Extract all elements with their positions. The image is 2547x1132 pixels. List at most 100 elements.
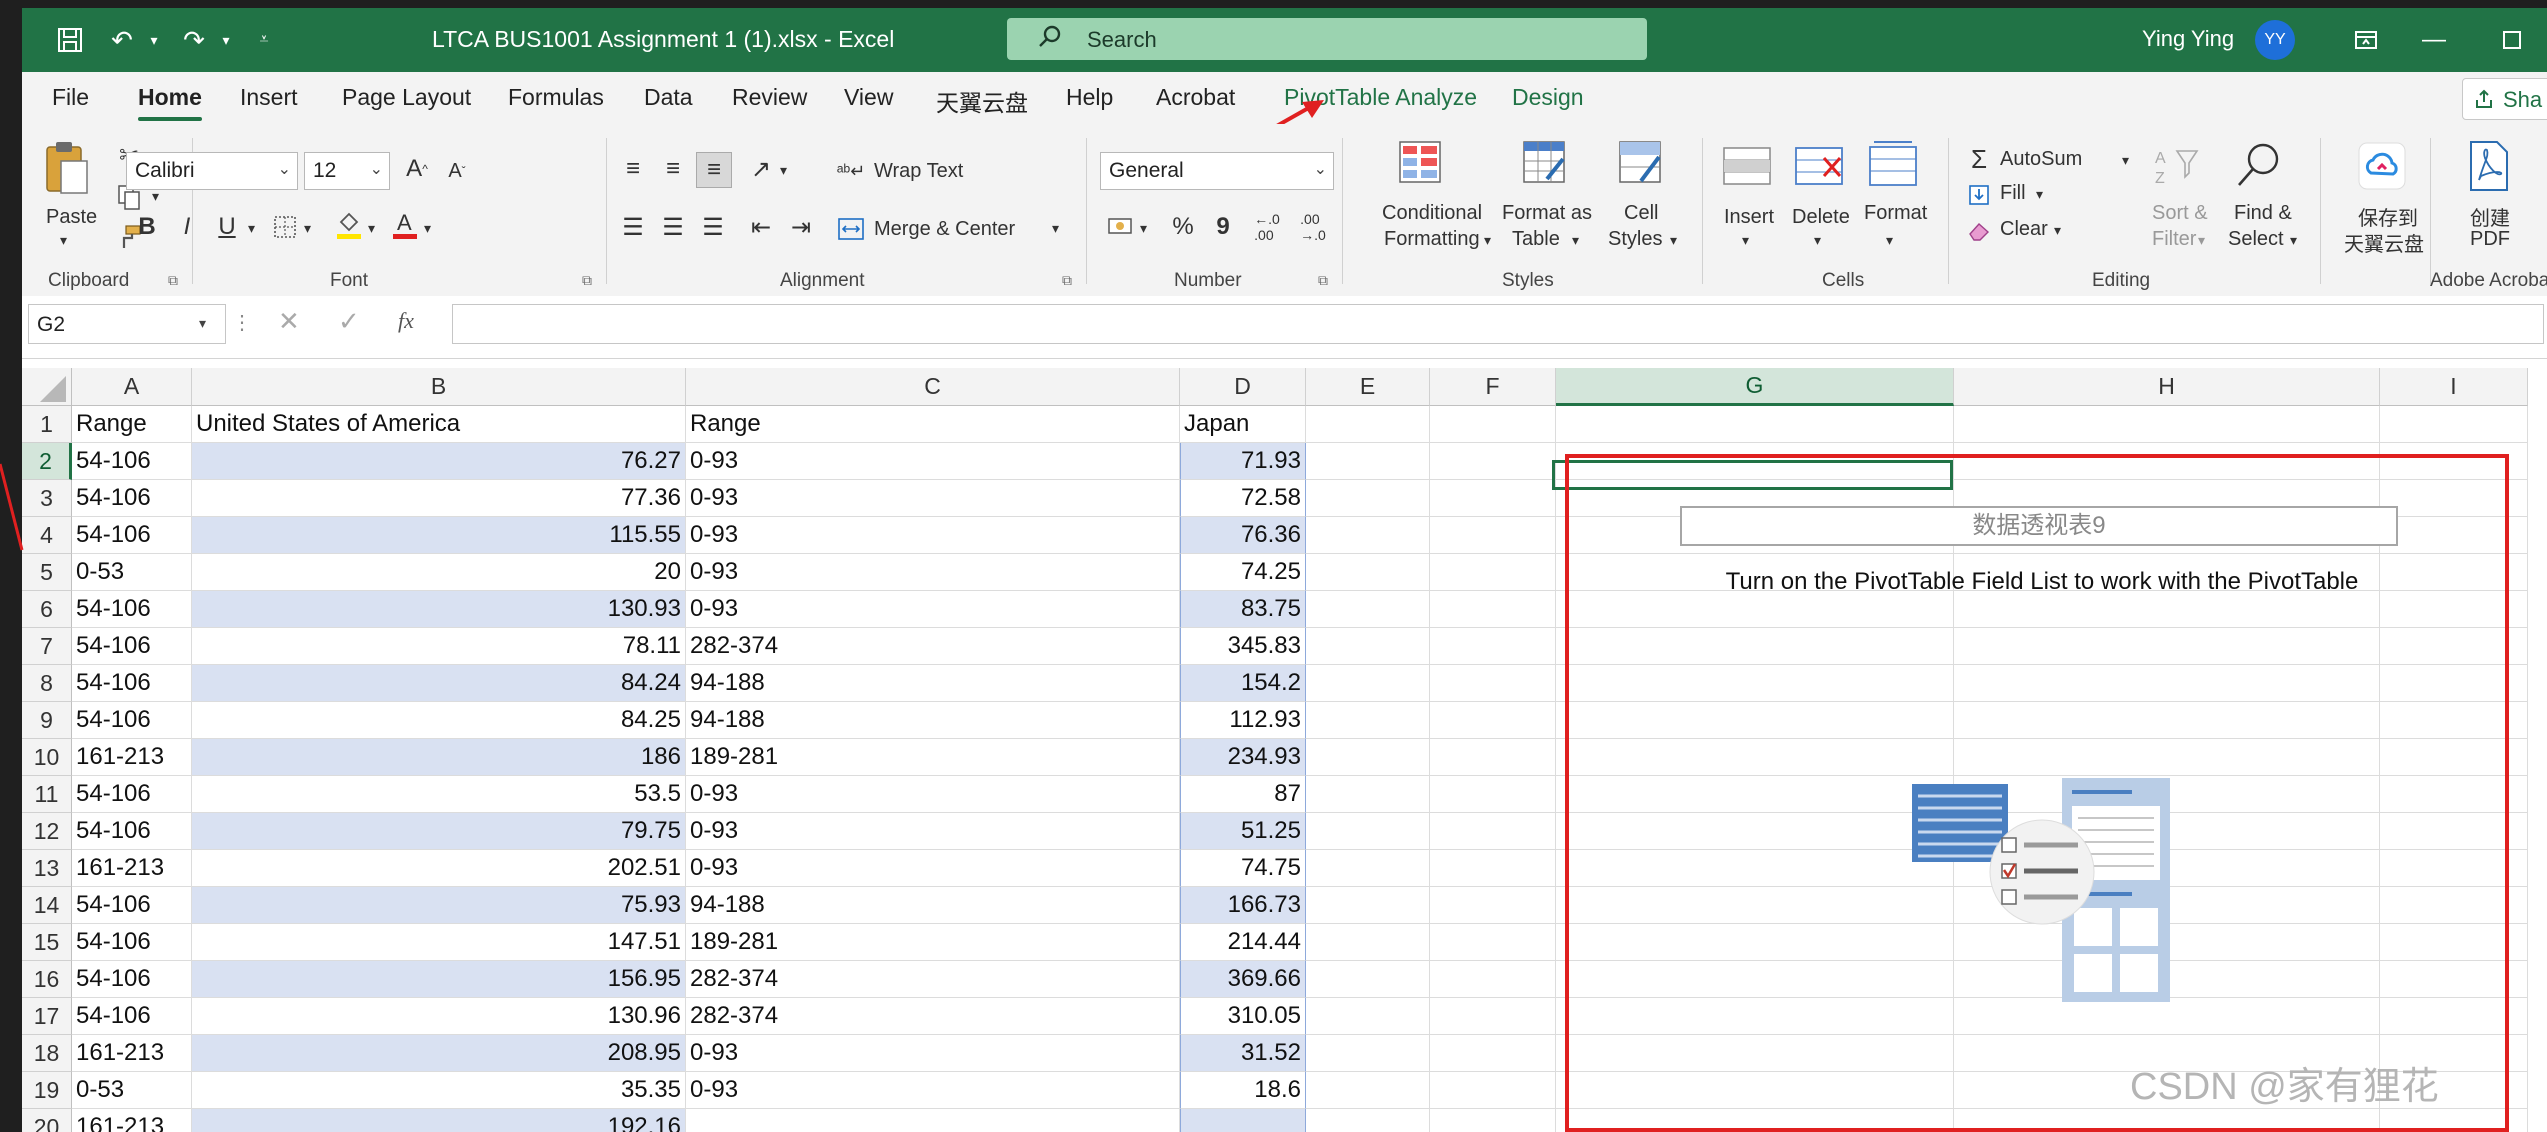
enter-icon[interactable]: ✓	[338, 306, 360, 337]
cell[interactable]	[2380, 702, 2528, 739]
column-header-d[interactable]: D	[1180, 368, 1306, 406]
cell[interactable]: 192.16	[192, 1109, 686, 1132]
insert-dropdown-icon[interactable]: ▾	[1742, 232, 1749, 249]
format-cells-button[interactable]: Format	[1864, 202, 1927, 225]
create-pdf-label-2[interactable]: PDF	[2470, 228, 2510, 251]
top-align-icon[interactable]: ≡	[616, 152, 650, 186]
row-header[interactable]: 14	[22, 887, 72, 924]
cell-styles-label-2[interactable]: Styles	[1608, 228, 1662, 251]
cell[interactable]	[1430, 554, 1556, 591]
decrease-font-size-icon[interactable]: Aˇ	[440, 154, 474, 188]
align-left-icon[interactable]: ☰	[616, 210, 650, 244]
fill-button[interactable]: Fill	[2000, 182, 2026, 205]
copy-dropdown-icon[interactable]: ▾	[152, 188, 159, 205]
cell[interactable]	[1556, 702, 1954, 739]
cell[interactable]	[1556, 628, 1954, 665]
tab-data[interactable]: Data	[644, 84, 693, 111]
tab-review[interactable]: Review	[732, 84, 807, 111]
row-header[interactable]: 2	[22, 443, 72, 480]
cell[interactable]: 310.05	[1180, 998, 1306, 1035]
cell[interactable]	[1430, 887, 1556, 924]
sort-filter-label-1[interactable]: Sort &	[2152, 202, 2208, 225]
row-header[interactable]: 19	[22, 1072, 72, 1109]
cell[interactable]: Range	[72, 406, 192, 443]
row-header[interactable]: 9	[22, 702, 72, 739]
fill-color-dropdown-icon[interactable]: ▾	[368, 220, 375, 237]
cell[interactable]	[2380, 443, 2528, 480]
cell[interactable]	[1430, 443, 1556, 480]
cell[interactable]	[2380, 591, 2528, 628]
autosum-dropdown-icon[interactable]: ▾	[2122, 152, 2129, 169]
cell[interactable]: 161-213	[72, 739, 192, 776]
cell[interactable]: 94-188	[686, 665, 1180, 702]
redo-dropdown-icon[interactable]: ▾	[206, 20, 246, 60]
cell[interactable]: 0-93	[686, 813, 1180, 850]
cell[interactable]: 0-93	[686, 554, 1180, 591]
cell-styles-icon[interactable]	[1616, 138, 1664, 186]
underline-dropdown-icon[interactable]: ▾	[248, 220, 255, 237]
row-header[interactable]: 13	[22, 850, 72, 887]
cell[interactable]	[1430, 961, 1556, 998]
cell[interactable]	[2380, 406, 2528, 443]
clipboard-launcher-icon[interactable]: ⧉	[168, 272, 178, 289]
cell[interactable]: 84.25	[192, 702, 686, 739]
cloud-save-label-2[interactable]: 天翼云盘	[2344, 228, 2424, 257]
font-color-icon[interactable]: A	[388, 208, 422, 242]
cell[interactable]: 53.5	[192, 776, 686, 813]
cell[interactable]: 72.58	[1180, 480, 1306, 517]
cell[interactable]: 51.25	[1180, 813, 1306, 850]
save-icon[interactable]	[50, 20, 90, 60]
cancel-icon[interactable]: ✕	[278, 306, 300, 337]
cell[interactable]: 54-106	[72, 702, 192, 739]
cell[interactable]: 83.75	[1180, 591, 1306, 628]
fill-color-icon[interactable]	[332, 208, 366, 242]
ribbon-display-icon[interactable]	[2344, 18, 2388, 62]
align-right-icon[interactable]: ☰	[696, 210, 730, 244]
cell[interactable]: 54-106	[72, 443, 192, 480]
cell[interactable]	[1306, 776, 1430, 813]
cloud-save-icon[interactable]	[2356, 140, 2408, 192]
decrease-decimal-icon[interactable]: .00 →.0	[1296, 210, 1330, 244]
font-launcher-icon[interactable]: ⧉	[582, 272, 592, 289]
cell[interactable]: 112.93	[1180, 702, 1306, 739]
bold-button[interactable]: B	[130, 210, 164, 244]
format-table-dropdown-icon[interactable]: ▾	[1572, 232, 1579, 249]
font-size-select[interactable]: 12 ⌄	[304, 152, 390, 190]
row-header[interactable]: 12	[22, 813, 72, 850]
row-header[interactable]: 8	[22, 665, 72, 702]
formula-input[interactable]	[452, 304, 2544, 344]
cell[interactable]: 20	[192, 554, 686, 591]
cell[interactable]	[1556, 961, 1954, 998]
cell[interactable]: 71.93	[1180, 443, 1306, 480]
underline-button[interactable]: U	[210, 210, 244, 244]
wrap-text-button[interactable]: Wrap Text	[874, 160, 963, 183]
row-header[interactable]: 6	[22, 591, 72, 628]
cell[interactable]: 94-188	[686, 887, 1180, 924]
cell[interactable]: 75.93	[192, 887, 686, 924]
cell[interactable]	[1306, 554, 1430, 591]
cell[interactable]: 234.93	[1180, 739, 1306, 776]
tab-insert[interactable]: Insert	[240, 84, 298, 111]
align-center-icon[interactable]: ☰	[656, 210, 690, 244]
avatar[interactable]: YY	[2255, 20, 2295, 60]
cell[interactable]: 31.52	[1180, 1035, 1306, 1072]
column-header-a[interactable]: A	[72, 368, 192, 406]
cell[interactable]	[1556, 406, 1954, 443]
cell[interactable]: 0-53	[72, 554, 192, 591]
cell[interactable]	[2380, 813, 2528, 850]
autosum-icon[interactable]: Σ	[1962, 142, 1996, 176]
cell[interactable]: 54-106	[72, 887, 192, 924]
cell[interactable]: Range	[686, 406, 1180, 443]
cell[interactable]	[2380, 739, 2528, 776]
cell[interactable]	[1306, 1035, 1430, 1072]
insert-cells-icon[interactable]	[1722, 144, 1772, 188]
cell[interactable]	[1954, 591, 2380, 628]
clear-eraser-icon[interactable]	[1962, 214, 1996, 248]
cell[interactable]: 130.93	[192, 591, 686, 628]
cell[interactable]	[1556, 850, 1954, 887]
cell[interactable]	[2380, 850, 2528, 887]
cell[interactable]	[1306, 628, 1430, 665]
cell[interactable]	[1430, 1109, 1556, 1132]
tab-design[interactable]: Design	[1512, 84, 1584, 111]
cell[interactable]: 74.75	[1180, 850, 1306, 887]
